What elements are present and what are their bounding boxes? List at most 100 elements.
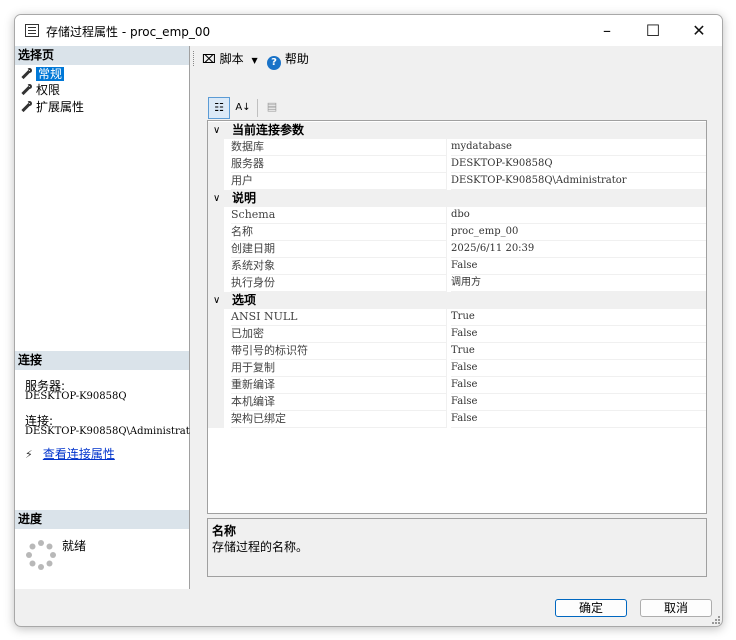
title-bar: 存储过程属性 - proc_emp_00 – ☐ ✕ (15, 15, 722, 46)
property-row[interactable]: 本机编译 False (208, 394, 706, 411)
property-name: 带引号的标识符 (231, 343, 447, 360)
property-value[interactable]: False (451, 360, 706, 377)
progress-spinner-icon (26, 540, 56, 570)
sidebar: 选择页 常规 权限 扩展属性 连接 服务器: DESKTOP-K90858Q 连… (15, 46, 190, 589)
toolbar-separator (257, 99, 258, 117)
sidebar-item-extended-properties[interactable]: 扩展属性 (20, 100, 84, 115)
category-label: 当前连接参数 (232, 123, 305, 137)
property-grid: ∨ 当前连接参数 数据库 mydatabase 服务器 DESKTOP-K90858… (207, 120, 707, 514)
resize-grip-icon[interactable] (712, 616, 720, 624)
property-value[interactable]: DESKTOP-K90858Q (451, 156, 706, 173)
progress-header: 进度 (15, 510, 189, 529)
cancel-button[interactable]: 取消 (640, 599, 712, 617)
sidebar-item-label: 常规 (36, 67, 65, 81)
view-connection-properties-link[interactable]: ⚡ 查看连接属性 (25, 445, 115, 462)
toolbar-grip (193, 51, 196, 66)
sort-alphabetical-icon: A↓ (235, 102, 251, 113)
property-value[interactable]: 调用方 (451, 275, 706, 292)
property-name: Schema (231, 207, 447, 224)
property-pages-button[interactable]: ▤ (261, 97, 283, 119)
property-value[interactable]: False (451, 394, 706, 411)
property-row[interactable]: ANSI NULL True (208, 309, 706, 326)
plug-icon: ⚡ (25, 448, 33, 461)
wrench-icon (20, 101, 32, 113)
property-name: 名称 (231, 224, 447, 241)
property-name: 用于复制 (231, 360, 447, 377)
categorized-icon: ☷ (214, 101, 224, 114)
property-row[interactable]: 系统对象 False (208, 258, 706, 275)
property-name: 创建日期 (231, 241, 447, 258)
property-value[interactable]: mydatabase (451, 139, 706, 156)
category-options[interactable]: ∨ 选项 (208, 292, 706, 309)
property-row[interactable]: 已加密 False (208, 326, 706, 343)
alphabetical-view-button[interactable]: A↓ (232, 97, 254, 119)
minimize-button[interactable]: – (584, 15, 630, 46)
property-value[interactable]: False (451, 411, 706, 428)
server-value: DESKTOP-K90858Q (25, 391, 127, 402)
property-name: 已加密 (231, 326, 447, 343)
chevron-down-icon[interactable]: ∨ (213, 190, 225, 207)
property-row[interactable]: 数据库 mydatabase (208, 139, 706, 156)
wrench-icon (20, 68, 32, 80)
property-name: 数据库 (231, 139, 447, 156)
ok-button[interactable]: 确定 (555, 599, 627, 617)
connection-value: DESKTOP-K90858Q\Administrat (25, 426, 190, 437)
property-value[interactable]: False (451, 377, 706, 394)
property-name: 执行身份 (231, 275, 447, 292)
property-value[interactable]: proc_emp_00 (451, 224, 706, 241)
help-icon: ? (267, 56, 281, 70)
property-value[interactable]: False (451, 258, 706, 275)
select-page-header: 选择页 (15, 46, 189, 65)
property-name: 架构已绑定 (231, 411, 447, 428)
property-row[interactable]: 架构已绑定 False (208, 411, 706, 428)
property-name: 服务器 (231, 156, 447, 173)
categorized-view-button[interactable]: ☷ (208, 97, 230, 119)
property-row[interactable]: 重新编译 False (208, 377, 706, 394)
toolbar: ⌧ 脚本 ▼ ? 帮助 (190, 46, 722, 71)
property-row[interactable]: 带引号的标识符 True (208, 343, 706, 360)
view-connection-properties-text[interactable]: 查看连接属性 (43, 447, 115, 461)
property-value[interactable]: True (451, 309, 706, 326)
property-name: 用户 (231, 173, 447, 190)
chevron-down-icon[interactable]: ∨ (213, 292, 225, 309)
window-title: 存储过程属性 - proc_emp_00 (46, 25, 211, 39)
property-row[interactable]: Schema dbo (208, 207, 706, 224)
close-button[interactable]: ✕ (676, 15, 722, 46)
chevron-down-icon[interactable]: ▼ (252, 56, 258, 65)
property-row[interactable]: 服务器 DESKTOP-K90858Q (208, 156, 706, 173)
property-row[interactable]: 创建日期 2025/6/11 20:39 (208, 241, 706, 258)
script-button[interactable]: ⌧ 脚本 ▼ (202, 50, 258, 67)
description-text: 存储过程的名称。 (212, 540, 309, 554)
description-panel: 名称 存储过程的名称。 (207, 518, 707, 577)
property-value[interactable]: True (451, 343, 706, 360)
category-current-connection[interactable]: ∨ 当前连接参数 (208, 122, 706, 139)
sidebar-item-general[interactable]: 常规 (20, 67, 65, 82)
property-name: 系统对象 (231, 258, 447, 275)
property-name: 本机编译 (231, 394, 447, 411)
progress-status: 就绪 (62, 539, 87, 553)
category-label: 选项 (232, 293, 257, 307)
chevron-down-icon[interactable]: ∨ (213, 122, 225, 139)
property-row[interactable]: 名称 proc_emp_00 (208, 224, 706, 241)
property-pages-icon: ▤ (266, 100, 278, 113)
connection-header: 连接 (15, 351, 189, 370)
property-value[interactable]: dbo (451, 207, 706, 224)
property-value[interactable]: DESKTOP-K90858Q\Administrator (451, 173, 706, 190)
wrench-icon (20, 84, 32, 96)
property-value[interactable]: False (451, 326, 706, 343)
help-button[interactable]: ? 帮助 (267, 50, 309, 70)
script-label: 脚本 (219, 52, 244, 66)
sidebar-item-label: 权限 (36, 83, 61, 97)
help-label: 帮助 (284, 52, 309, 66)
property-row[interactable]: 执行身份 调用方 (208, 275, 706, 292)
sidebar-item-permissions[interactable]: 权限 (20, 83, 60, 98)
category-label: 说明 (232, 191, 257, 205)
property-value[interactable]: 2025/6/11 20:39 (451, 241, 706, 258)
script-icon: ⌧ (202, 52, 216, 66)
property-row[interactable]: 用于复制 False (208, 360, 706, 377)
category-description[interactable]: ∨ 说明 (208, 190, 706, 207)
property-row[interactable]: 用户 DESKTOP-K90858Q\Administrator (208, 173, 706, 190)
description-title: 名称 (212, 524, 237, 538)
properties-window-icon (25, 24, 39, 37)
maximize-button[interactable]: ☐ (630, 15, 676, 46)
